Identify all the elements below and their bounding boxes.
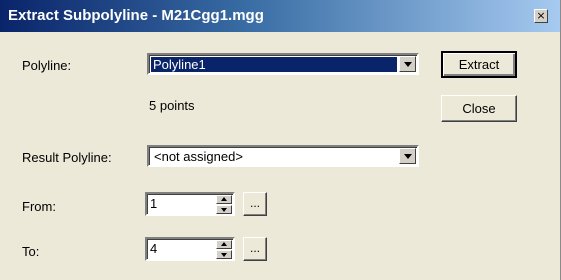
spin-down-icon[interactable]: [216, 250, 232, 259]
window-title: Extract Subpolyline - M21Cgg1.mgg: [8, 7, 264, 24]
chevron-down-icon[interactable]: [399, 56, 416, 72]
spin-up-icon[interactable]: [216, 240, 232, 249]
chevron-down-icon[interactable]: [399, 148, 416, 164]
to-spinner[interactable]: 4: [145, 237, 235, 261]
polyline-select-value: Polyline1: [151, 57, 397, 72]
to-value: 4: [150, 241, 158, 256]
extract-subpolyline-dialog: Extract Subpolyline - M21Cgg1.mgg × Poly…: [0, 0, 561, 280]
from-spinner[interactable]: 1: [145, 192, 235, 216]
close-button[interactable]: Close: [441, 95, 517, 122]
points-count: 5 points: [149, 98, 195, 113]
spin-down-icon[interactable]: [216, 205, 232, 214]
spin-up-icon[interactable]: [216, 195, 232, 204]
result-polyline-select[interactable]: <not assigned>: [147, 145, 419, 167]
extract-button[interactable]: Extract: [441, 51, 517, 78]
close-icon[interactable]: ×: [534, 9, 548, 23]
from-value: 1: [150, 196, 158, 211]
result-polyline-select-value: <not assigned>: [154, 149, 243, 164]
polyline-label: Polyline:: [22, 58, 72, 73]
from-label: From:: [22, 199, 56, 214]
result-polyline-label: Result Polyline:: [22, 150, 112, 165]
polyline-select[interactable]: Polyline1: [147, 53, 419, 75]
title-bar: Extract Subpolyline - M21Cgg1.mgg ×: [0, 0, 560, 32]
to-label: To:: [22, 244, 40, 259]
to-browse-button[interactable]: ...: [243, 237, 267, 261]
from-browse-button[interactable]: ...: [243, 192, 267, 216]
